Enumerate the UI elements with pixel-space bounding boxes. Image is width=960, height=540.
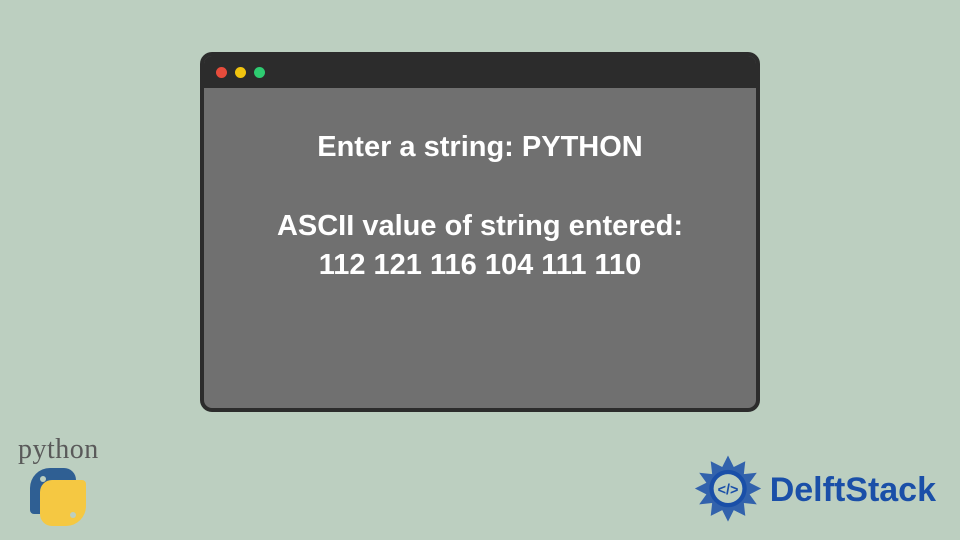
terminal-window: Enter a string: PYTHON ASCII value of st… <box>200 52 760 412</box>
terminal-line-1: Enter a string: PYTHON <box>317 128 643 167</box>
window-titlebar <box>204 56 756 88</box>
close-icon[interactable] <box>216 67 227 78</box>
terminal-line-3: 112 121 116 104 111 110 <box>319 246 642 285</box>
python-logo: python <box>18 434 99 526</box>
python-logo-text: python <box>18 434 99 466</box>
terminal-body: Enter a string: PYTHON ASCII value of st… <box>204 88 756 408</box>
delftstack-logo: </> DelftStack <box>692 454 936 526</box>
terminal-line-2: ASCII value of string entered: <box>277 207 683 246</box>
maximize-icon[interactable] <box>254 67 265 78</box>
delftstack-logo-icon: </> <box>692 454 764 526</box>
python-logo-icon <box>22 468 94 526</box>
svg-text:</>: </> <box>717 482 738 498</box>
delftstack-logo-text: DelftStack <box>770 471 936 510</box>
minimize-icon[interactable] <box>235 67 246 78</box>
